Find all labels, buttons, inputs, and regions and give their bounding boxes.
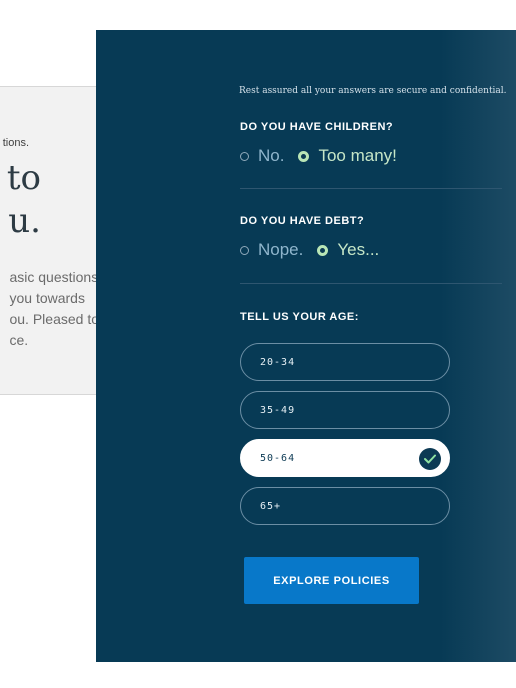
divider bbox=[240, 283, 502, 284]
divider bbox=[240, 188, 502, 189]
radio-selected-icon bbox=[317, 244, 329, 256]
radio-empty-icon bbox=[240, 151, 249, 161]
age-option-label: 35-49 bbox=[260, 405, 296, 416]
debt-radio-group: Nope. Yes... bbox=[240, 240, 393, 260]
intro-body: asic questions you towards ou. Pleased t… bbox=[9, 267, 99, 351]
radio-label: Nope. bbox=[258, 240, 304, 259]
age-option-label: 50-64 bbox=[260, 453, 296, 464]
age-option-label: 65+ bbox=[260, 501, 282, 512]
debt-option-nope[interactable]: Nope. bbox=[240, 240, 303, 260]
children-option-too-many[interactable]: Too many! bbox=[298, 146, 397, 166]
intro-eyebrow: tions. bbox=[2, 137, 29, 149]
check-icon bbox=[419, 448, 441, 470]
intro-body-line: asic questions bbox=[9, 269, 99, 285]
age-option-65-plus[interactable]: 65+ bbox=[240, 487, 450, 525]
age-option-50-64[interactable]: 50-64 bbox=[240, 439, 450, 477]
children-option-no[interactable]: No. bbox=[240, 146, 284, 166]
intro-headline: to u. bbox=[7, 157, 41, 243]
intro-headline-line1: to bbox=[6, 158, 41, 198]
intro-body-line: ce. bbox=[9, 332, 29, 348]
radio-label: No. bbox=[258, 146, 285, 165]
age-question-label: TELL US YOUR AGE: bbox=[240, 311, 359, 323]
intro-body-line: ou. Pleased to bbox=[9, 311, 99, 327]
explore-policies-button[interactable]: EXPLORE POLICIES bbox=[244, 557, 419, 604]
age-option-label: 20-34 bbox=[260, 357, 296, 368]
radio-label: Too many! bbox=[318, 146, 397, 165]
intro-headline-line2: u. bbox=[8, 201, 41, 241]
radio-empty-icon bbox=[240, 245, 249, 255]
children-question-label: DO YOU HAVE CHILDREN? bbox=[240, 121, 394, 133]
radio-selected-icon bbox=[298, 150, 310, 162]
security-note: Rest assured all your answers are secure… bbox=[239, 86, 507, 96]
children-radio-group: No. Too many! bbox=[240, 146, 411, 166]
intro-body-line: you towards bbox=[9, 290, 85, 306]
debt-option-yes[interactable]: Yes... bbox=[317, 240, 379, 260]
age-option-20-34[interactable]: 20-34 bbox=[240, 343, 450, 381]
age-option-35-49[interactable]: 35-49 bbox=[240, 391, 450, 429]
radio-label: Yes... bbox=[337, 240, 380, 259]
debt-question-label: DO YOU HAVE DEBT? bbox=[240, 215, 365, 227]
